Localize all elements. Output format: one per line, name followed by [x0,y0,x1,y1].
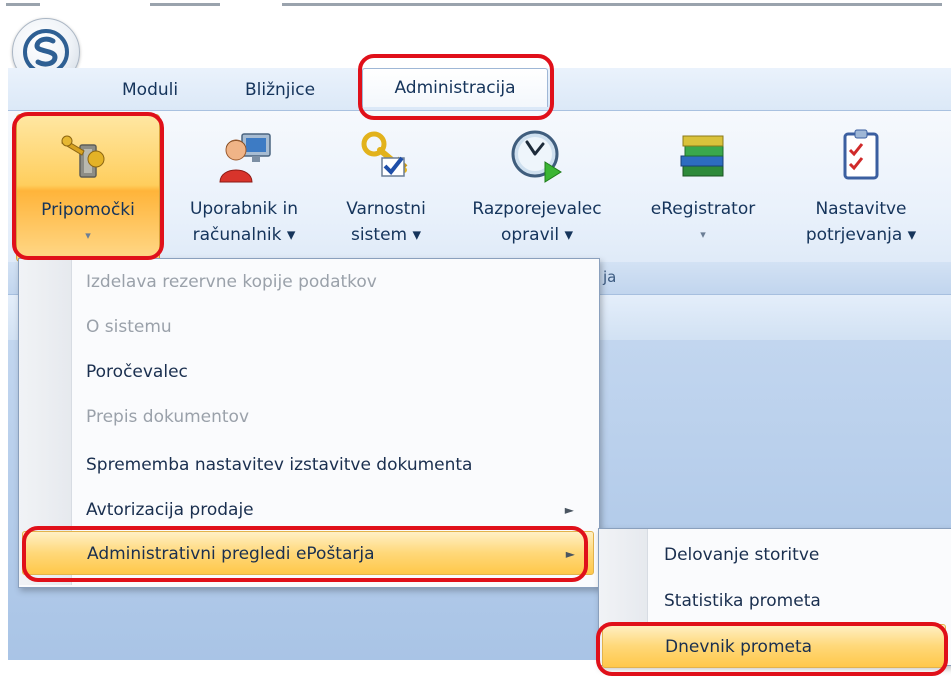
razporejevalec-label: Razporejevalec [472,199,602,219]
varnostni-label: Varnostni [346,199,426,219]
tab-bliznjice[interactable]: Bližnjice [245,80,315,100]
potrjevanja-label: potrjevanja ▾ [805,225,917,245]
sistem-label: sistem ▾ [350,225,422,245]
varnostni-sistem-button[interactable]: Varnostni sistem ▾ [328,114,444,260]
uporabnik-label: Uporabnik in [189,199,299,219]
submenu-item-statistika-prometa[interactable]: Statistika prometa [650,579,946,623]
submenu-arrow-icon: ► [565,547,575,561]
tab-moduli[interactable]: Moduli [122,80,178,100]
eregistrator-dropdown-arrow: ▾ [700,228,706,241]
pripomocki-dropdown-arrow: ▾ [85,229,91,242]
ribbon-group-caption: ja [603,268,617,286]
menu-item-prepis-dokumentov[interactable]: Prepis dokumentov [72,395,592,439]
menu-item-izdelava-rezervne-kopije[interactable]: Izdelava rezervne kopije podatkov [72,260,592,304]
razporejevalec-opravil-button[interactable]: Razporejevalec opravil ▾ [456,114,618,260]
opravil-label: opravil ▾ [500,225,574,245]
checklist-icon [843,129,879,180]
menu-item-sprememba-nastavitev[interactable]: Sprememba nastavitev izstavitve dokument… [72,443,592,487]
eregistrator-label: eRegistrator [650,199,756,219]
submenu-item-delovanje-storitve[interactable]: Delovanje storitve [650,533,946,577]
menu-item-avtorizacija-prodaje[interactable]: Avtorizacija prodaje ► [72,488,592,532]
submenu-arrow-icon: ► [564,503,574,517]
user-computer-icon [219,133,271,183]
title-strip [0,0,951,10]
keys-check-icon [361,131,408,177]
nastavitve-potrjevanja-button[interactable]: Nastavitve potrjevanja ▾ [786,114,936,260]
pripomocki-button[interactable]: Pripomočki ▾ [16,114,160,262]
menu-item-administrativni-pregledi[interactable]: Administrativni pregledi ePoštarja ► [22,531,594,575]
clock-play-icon [511,130,562,183]
eregistrator-button[interactable]: eRegistrator ▾ [632,114,774,260]
racunalnik-label: računalnik ▾ [192,225,296,245]
key-hand-icon [61,135,105,178]
nastavitve-label: Nastavitve [815,199,907,219]
pripomocki-label: Pripomočki [41,200,135,220]
menu-item-porocevalec[interactable]: Poročevalec [72,350,592,394]
tab-administracija[interactable]: Administracija [362,68,548,107]
administrativni-pregledi-label: Administrativni pregledi ePoštarja [87,544,375,564]
books-icon [680,135,724,177]
avtorizacija-prodaje-label: Avtorizacija prodaje [86,500,254,520]
uporabnik-racunalnik-button[interactable]: Uporabnik in računalnik ▾ [172,114,316,260]
submenu-item-dnevnik-prometa[interactable]: Dnevnik prometa [602,624,946,668]
menu-item-o-sistemu[interactable]: O sistemu [72,305,592,349]
